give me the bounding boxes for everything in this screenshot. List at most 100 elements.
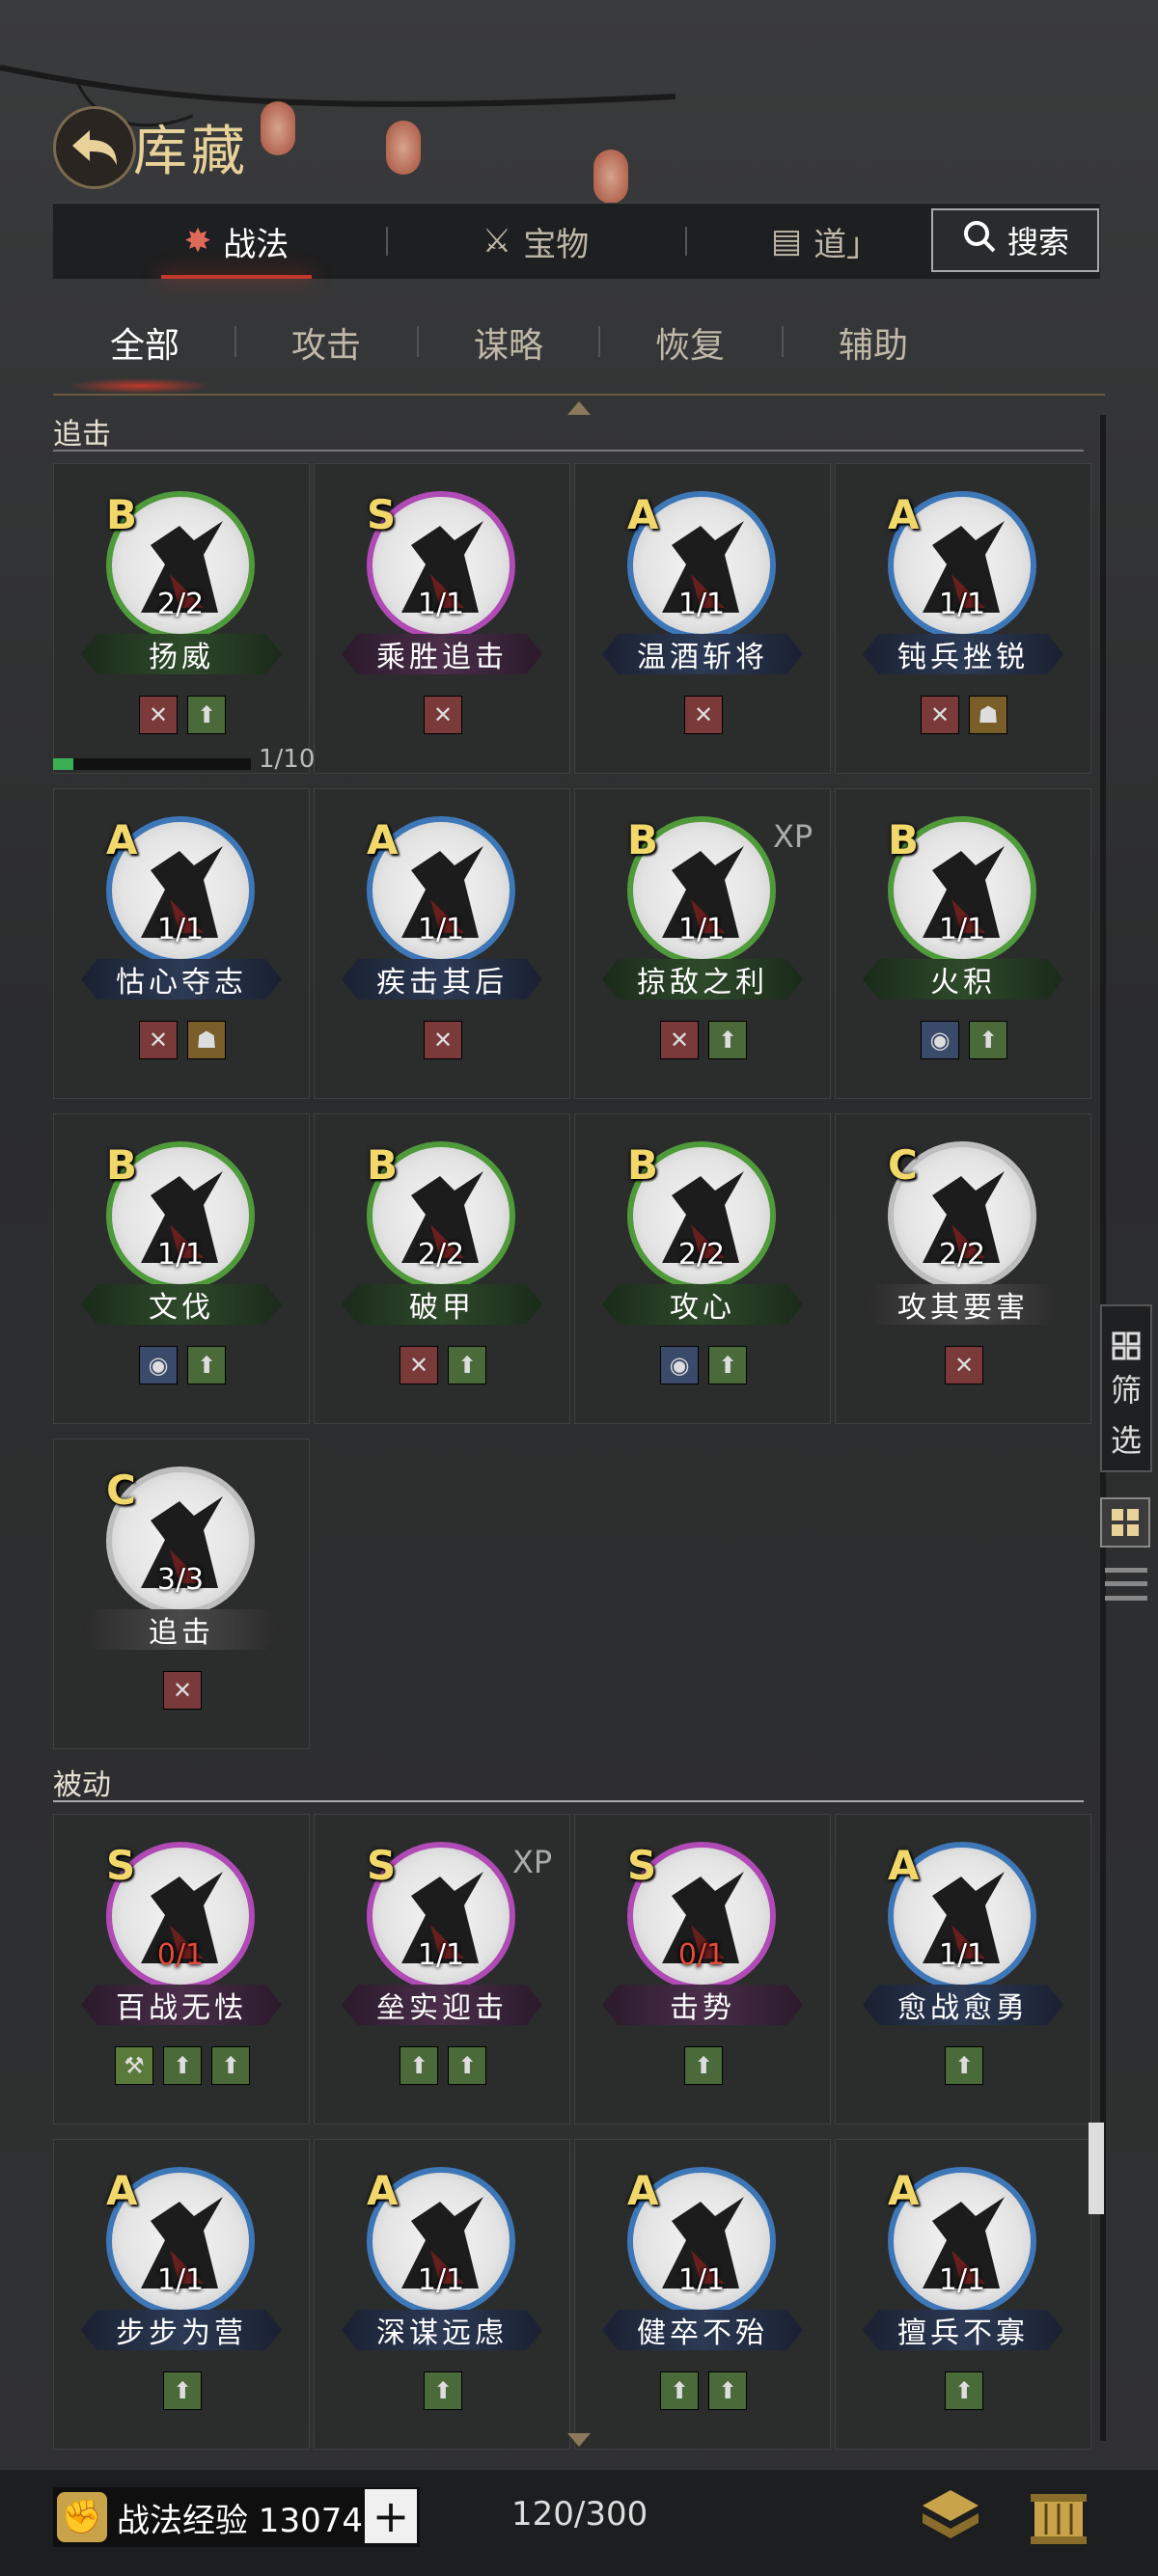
subtab-strategy[interactable]: 谋略 — [436, 314, 581, 371]
divider — [598, 326, 600, 357]
skill-count: 1/1 — [417, 2263, 465, 2297]
subtab-all[interactable]: 全部 — [72, 314, 217, 371]
skill-card[interactable]: C 2/2 攻其要害 ✕ — [835, 1113, 1091, 1424]
skill-card[interactable]: A 1/1 步步为营 ⬆ — [53, 2139, 310, 2450]
skill-name: 扬威 — [81, 634, 282, 674]
skill-count: 2/2 — [677, 1238, 726, 1272]
scrollbar-thumb[interactable] — [1089, 2123, 1104, 2214]
skill-card[interactable]: A 1/1 钝兵挫锐 ✕ ☗ — [835, 463, 1091, 774]
grid-view-button[interactable] — [1100, 1497, 1150, 1548]
skill-tags: ⬆ — [575, 2046, 832, 2085]
skill-tags: ⬆ ⬆ — [315, 2046, 571, 2085]
skill-card[interactable]: B 2/2 攻心 ◉ ⬆ — [574, 1113, 831, 1424]
skill-count: 1/1 — [677, 913, 726, 946]
scroll-up-icon[interactable] — [567, 401, 591, 415]
section-divider — [53, 1800, 1084, 1802]
grade-badge: A — [888, 491, 920, 538]
subtab-attack[interactable]: 攻击 — [254, 314, 399, 371]
green-tag-icon: ⬆ — [448, 1346, 486, 1384]
grade-badge: S — [627, 1842, 657, 1889]
page-title: 库藏 — [133, 121, 249, 183]
list-view-button[interactable] — [1105, 1563, 1147, 1605]
skill-tags: ⬆ — [54, 2371, 311, 2410]
skill-name: 健卒不殆 — [602, 2310, 803, 2350]
list-icon — [1105, 1567, 1147, 1573]
green-tag-icon: ⬆ — [448, 2046, 486, 2085]
olive-tag-icon: ⚒ — [115, 2046, 153, 2085]
skill-tags: ⬆ — [836, 2371, 1092, 2410]
skill-tags: ✕ ☗ — [54, 1021, 311, 1059]
skill-card[interactable]: A 1/1 疾击其后 ✕ — [314, 788, 570, 1099]
tab-treasures[interactable]: ⚔ 宝物 — [410, 204, 661, 279]
skill-card[interactable]: S 1/1 垒实迎击 XP ⬆ ⬆ — [314, 1814, 570, 2124]
grid-icon — [1112, 1509, 1139, 1536]
skill-name: 追击 — [81, 1609, 282, 1650]
grade-badge: S — [367, 491, 397, 538]
subtab-underline — [53, 394, 1105, 396]
skill-name: 文伐 — [81, 1284, 282, 1325]
list-icon — [1105, 1581, 1147, 1587]
tab-label: 宝物 — [523, 225, 590, 264]
skill-card[interactable]: B 1/1 掠敌之利 XP ✕ ⬆ — [574, 788, 831, 1099]
skill-name: 温酒斩将 — [602, 634, 803, 674]
subtab-recovery[interactable]: 恢复 — [618, 314, 762, 371]
grade-badge: S — [106, 1842, 136, 1889]
skill-count: 1/1 — [938, 1938, 986, 1972]
grade-badge: B — [106, 491, 138, 538]
skill-count: 2/2 — [156, 588, 205, 621]
skill-card[interactable]: A 1/1 健卒不殆 ⬆ ⬆ — [574, 2139, 831, 2450]
skill-tags: ✕ ☗ — [836, 696, 1092, 734]
divider — [782, 326, 784, 357]
red-tag-icon: ✕ — [139, 1021, 178, 1059]
search-button[interactable]: 搜索 — [931, 208, 1099, 272]
skill-card[interactable]: S 0/1 击势 ⬆ — [574, 1814, 831, 2124]
subtab-support[interactable]: 辅助 — [801, 314, 946, 371]
convert-button[interactable] — [917, 2484, 984, 2552]
skill-card[interactable]: B 2/2 破甲 ✕ ⬆ — [314, 1113, 570, 1424]
tab-label: 道」 — [813, 225, 880, 264]
green-tag-icon: ⬆ — [969, 1021, 1007, 1059]
skill-name: 怙心夺志 — [81, 959, 282, 1000]
filter-button[interactable]: 筛 选 — [1100, 1304, 1152, 1472]
skill-card[interactable]: A 1/1 愈战愈勇 ⬆ — [835, 1814, 1091, 2124]
skill-name: 击势 — [602, 1985, 803, 2025]
grade-badge: C — [888, 1141, 918, 1189]
scroll-archive-button[interactable] — [1025, 2484, 1092, 2552]
green-tag-icon: ⬆ — [424, 2371, 462, 2410]
tab-items[interactable]: ▤ 道」 — [709, 204, 941, 279]
skill-card[interactable]: C 3/3 追击 ✕ — [53, 1439, 310, 1749]
red-tag-icon: ✕ — [139, 696, 178, 734]
skill-card[interactable]: A 1/1 擅兵不寡 ⬆ — [835, 2139, 1091, 2450]
list-icon — [1105, 1596, 1147, 1602]
skill-card[interactable]: B 1/1 火积 ◉ ⬆ — [835, 788, 1091, 1099]
tab-skills[interactable]: ✸ 战法 — [111, 204, 362, 279]
skill-card[interactable]: A 1/1 怙心夺志 ✕ ☗ — [53, 788, 310, 1099]
green-tag-icon: ⬆ — [708, 1346, 747, 1384]
skill-card[interactable]: A 1/1 温酒斩将 ✕ — [574, 463, 831, 774]
skill-count: 3/3 — [156, 1563, 205, 1597]
scroll-down-icon[interactable] — [567, 2433, 591, 2447]
back-button[interactable] — [53, 106, 136, 189]
add-exp-button[interactable]: + — [365, 2489, 417, 2543]
skill-card[interactable]: S 0/1 百战无怯 ⚒ ⬆ ⬆ — [53, 1814, 310, 2124]
filter-label: 筛 — [1110, 1372, 1142, 1409]
skill-card[interactable]: S 1/1 乘胜追击 ✕ — [314, 463, 570, 774]
skill-name: 攻心 — [602, 1284, 803, 1325]
green-tag-icon: ⬆ — [708, 1021, 747, 1059]
skill-card[interactable]: B 2/2 扬威 ✕ ⬆ — [53, 463, 310, 774]
sword-icon: ⚔ — [482, 222, 512, 260]
red-tag-icon: ✕ — [424, 1021, 462, 1059]
skill-card[interactable]: A 1/1 深谋远虑 ⬆ — [314, 2139, 570, 2450]
skill-name: 攻其要害 — [863, 1284, 1063, 1325]
gold-tag-icon: ☗ — [187, 1021, 226, 1059]
red-tag-icon: ✕ — [945, 1346, 983, 1384]
skill-tags: ✕ — [315, 696, 571, 734]
grade-badge: B — [627, 1141, 659, 1189]
red-tag-icon: ✕ — [400, 1346, 438, 1384]
skill-name: 钝兵挫锐 — [863, 634, 1063, 674]
red-tag-icon: ✕ — [424, 696, 462, 734]
skill-card[interactable]: B 1/1 文伐 ◉ ⬆ — [53, 1113, 310, 1424]
grade-badge: A — [888, 2167, 920, 2214]
divider — [386, 227, 388, 256]
skill-tags: ✕ — [54, 1671, 311, 1710]
